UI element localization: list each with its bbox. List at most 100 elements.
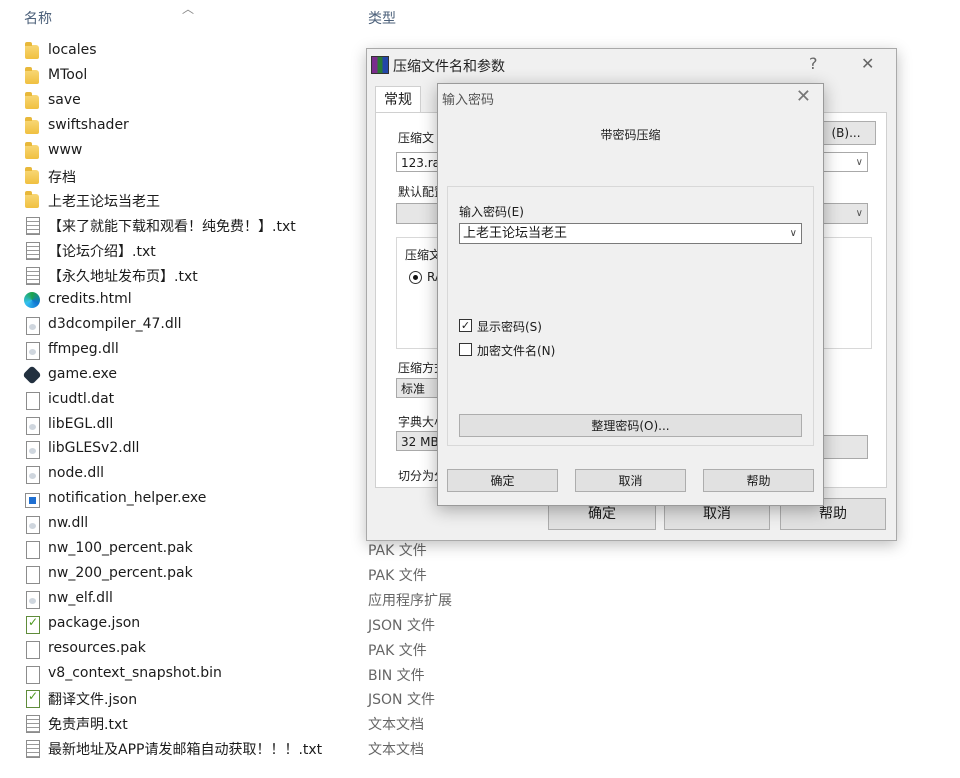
dll-file-icon	[26, 416, 40, 435]
password-heading: 带密码压缩	[600, 128, 661, 142]
encrypt-filenames-checkbox[interactable]	[459, 343, 472, 356]
folder-icon	[25, 191, 39, 209]
json-file-icon	[26, 615, 40, 634]
blank-file-icon	[26, 565, 40, 584]
folder-icon	[25, 141, 39, 159]
file-name: nw.dll	[48, 515, 89, 532]
password-dialog: 输入密码 ✕ 带密码压缩 输入密码(E) 上老王论坛当老王 ∨ ✓ 显示密码(S…	[437, 83, 824, 506]
radio-rar[interactable]	[409, 271, 422, 284]
file-type: 文本文档	[368, 717, 424, 734]
file-name: 【论坛介绍】.txt	[48, 244, 156, 261]
file-type: PAK 文件	[368, 642, 427, 659]
help-title-button[interactable]: ?	[809, 54, 818, 73]
text-file-icon	[26, 715, 40, 734]
file-type: BIN 文件	[368, 667, 425, 684]
file-name: save	[48, 91, 81, 108]
show-password-checkbox[interactable]: ✓	[459, 319, 472, 332]
file-name: 存档	[48, 169, 76, 186]
chevron-down-icon[interactable]: ∨	[790, 224, 797, 243]
file-name: 翻译文件.json	[48, 692, 138, 709]
text-file-icon	[26, 267, 40, 286]
archive-name-value: 123.ra	[401, 156, 441, 170]
file-name: 【永久地址发布页】.txt	[48, 269, 198, 286]
text-file-icon	[26, 242, 40, 261]
column-header-type[interactable]: 类型	[368, 8, 396, 28]
file-type: PAK 文件	[368, 567, 427, 584]
file-name: d3dcompiler_47.dll	[48, 315, 182, 332]
file-name: swiftshader	[48, 116, 129, 133]
file-row[interactable]: v8_context_snapshot.bin BIN 文件	[0, 662, 960, 687]
method-value: 标准	[401, 382, 426, 396]
folder-icon	[25, 91, 39, 109]
blank-file-icon	[26, 391, 40, 410]
dll-file-icon	[26, 341, 40, 360]
archive-name-label: 压缩文	[398, 131, 435, 145]
file-name: v8_context_snapshot.bin	[48, 664, 222, 681]
file-name: nw_200_percent.pak	[48, 564, 193, 581]
file-name: 【来了就能下载和观看！纯免费！】.txt	[48, 219, 296, 236]
edge-html-icon	[24, 292, 40, 308]
file-type: JSON 文件	[368, 617, 435, 634]
file-name: icudtl.dat	[48, 390, 115, 407]
file-name: credits.html	[48, 291, 132, 307]
column-header-name[interactable]: 名称	[24, 8, 52, 28]
file-type: PAK 文件	[368, 543, 427, 559]
file-name: 上老王论坛当老王	[48, 194, 160, 211]
dll-file-icon	[26, 516, 40, 535]
dll-file-icon	[26, 441, 40, 460]
sort-ascending-icon: ︿	[182, 2, 195, 16]
tab-general[interactable]: 常规	[375, 86, 421, 113]
password-label: 输入密码(E)	[459, 205, 524, 219]
file-type: 文本文档	[368, 742, 424, 759]
dialog-title: 压缩文件名和参数	[393, 59, 505, 75]
file-name: MTool	[48, 66, 88, 83]
file-name: node.dll	[48, 465, 105, 482]
password-cancel-button[interactable]: 取消	[575, 469, 686, 492]
file-type: 应用程序扩展	[368, 592, 452, 609]
password-dialog-title: 输入密码	[442, 93, 495, 108]
close-icon[interactable]: ✕	[861, 54, 874, 73]
file-name: package.json	[48, 614, 141, 631]
file-row[interactable]: 翻译文件.json JSON 文件	[0, 686, 960, 711]
file-name: ffmpeg.dll	[48, 340, 119, 357]
file-row[interactable]: nw_200_percent.pak PAK 文件	[0, 562, 960, 587]
folder-icon	[25, 166, 39, 184]
password-ok-button[interactable]: 确定	[447, 469, 558, 492]
organize-passwords-button[interactable]: 整理密码(O)...	[459, 414, 802, 437]
format-label: 压缩文	[405, 248, 442, 262]
text-file-icon	[26, 740, 40, 759]
text-file-icon	[26, 217, 40, 236]
file-row[interactable]: nw_elf.dll 应用程序扩展	[0, 587, 960, 612]
file-name: 免责声明.txt	[48, 717, 128, 734]
json-file-icon	[26, 689, 40, 709]
close-icon[interactable]: ✕	[796, 86, 811, 107]
folder-icon	[25, 116, 39, 134]
chevron-down-icon: ∨	[855, 157, 863, 168]
file-row[interactable]: 最新地址及APP请发邮箱自动获取！！！.txt 文本文档	[0, 736, 960, 761]
file-name: libGLESv2.dll	[48, 440, 140, 457]
exe-file-icon	[25, 493, 40, 509]
game-exe-icon	[22, 365, 42, 385]
file-type: JSON 文件	[368, 692, 435, 709]
chevron-down-icon: ∨	[855, 208, 863, 219]
winrar-logo-icon	[371, 56, 389, 74]
file-name: libEGL.dll	[48, 415, 114, 432]
folder-icon	[25, 66, 39, 84]
password-input[interactable]: 上老王论坛当老王 ∨	[459, 223, 802, 244]
file-name: www	[48, 141, 83, 158]
encrypt-filenames-label: 加密文件名(N)	[477, 344, 556, 358]
blank-file-icon	[26, 665, 40, 684]
dll-file-icon	[26, 466, 40, 485]
browse-button[interactable]: (B)...	[816, 121, 876, 145]
file-row[interactable]: package.json JSON 文件	[0, 612, 960, 637]
folder-icon	[25, 42, 39, 59]
file-row[interactable]: 免责声明.txt 文本文档	[0, 711, 960, 736]
dictionary-value: 32 MB	[401, 435, 439, 449]
password-help-button[interactable]: 帮助	[703, 469, 814, 492]
file-name: nw_elf.dll	[48, 589, 113, 606]
file-row[interactable]: resources.pak PAK 文件	[0, 637, 960, 662]
file-name: notification_helper.exe	[48, 490, 207, 507]
file-name: 最新地址及APP请发邮箱自动获取！！！.txt	[48, 742, 323, 759]
password-value: 上老王论坛当老王	[463, 226, 568, 241]
file-name: game.exe	[48, 365, 118, 382]
